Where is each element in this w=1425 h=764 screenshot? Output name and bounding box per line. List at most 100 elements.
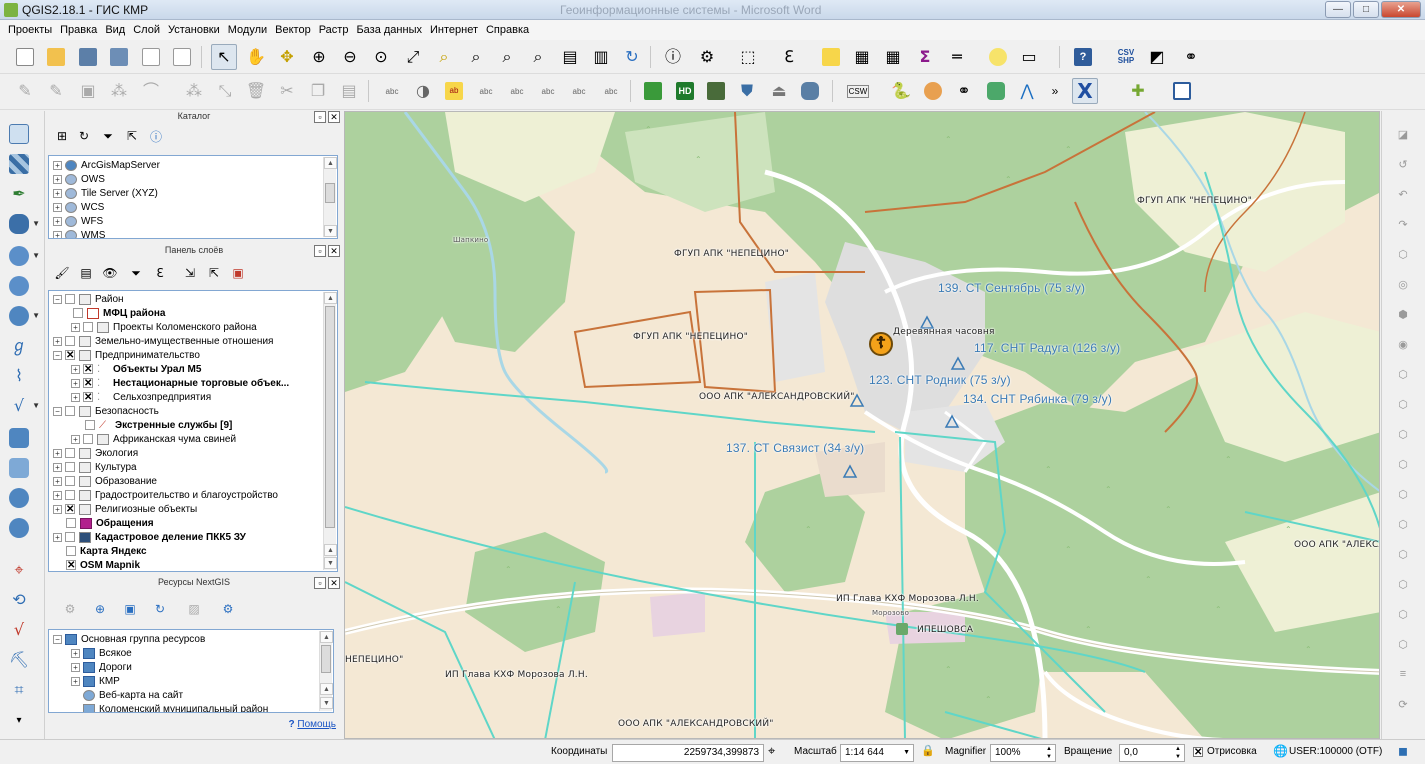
- zoom-next-icon[interactable]: ⌕: [525, 44, 551, 70]
- georeferencer-icon[interactable]: ⟲: [6, 587, 32, 613]
- menu-view[interactable]: Вид: [101, 24, 129, 36]
- measure-line-icon[interactable]: ═: [944, 44, 970, 70]
- show-bookmarks-icon[interactable]: ▥: [588, 44, 614, 70]
- route-plugin-icon[interactable]: [1169, 78, 1195, 104]
- pan-map-icon[interactable]: ✋: [243, 44, 269, 70]
- move-label-icon[interactable]: abc: [535, 78, 561, 104]
- catalog-item[interactable]: + WFS: [53, 214, 103, 228]
- menu-settings[interactable]: Установки: [164, 24, 224, 36]
- snt-label[interactable]: 123. СНТ Родник (75 з/у): [869, 373, 1011, 387]
- catalog-item[interactable]: + WMS: [53, 228, 105, 238]
- new-spatialite-layer-icon[interactable]: [6, 425, 32, 451]
- text-annotation-icon[interactable]: ▭: [1016, 44, 1042, 70]
- paste-features-icon[interactable]: ▤: [336, 78, 362, 104]
- layer-row[interactable]: Обращения: [66, 516, 154, 530]
- save-as-icon[interactable]: [106, 44, 132, 70]
- coords-toggle-icon[interactable]: ⌖: [768, 743, 775, 759]
- rotate-symbols-icon[interactable]: ⬡: [1392, 603, 1414, 625]
- delete-selected-icon[interactable]: 🗑: [243, 78, 269, 104]
- help-link[interactable]: Помощь: [297, 719, 336, 730]
- catalog-refresh-icon[interactable]: ↻: [76, 128, 92, 144]
- python-console-icon[interactable]: 🐍: [888, 78, 914, 104]
- catalog-info-icon[interactable]: ⓘ: [148, 128, 164, 144]
- green-plugin-icon[interactable]: [640, 78, 666, 104]
- menu-help[interactable]: Справка: [482, 24, 533, 36]
- merge-features-icon[interactable]: ⬡: [1392, 543, 1414, 565]
- menu-web[interactable]: Интернет: [426, 24, 482, 36]
- layer-row[interactable]: − ✕ Предпринимательство: [53, 348, 200, 362]
- copy-features-icon[interactable]: ❐: [305, 78, 331, 104]
- select-features-icon[interactable]: ⬚: [735, 44, 761, 70]
- toggle-editing-icon[interactable]: ✎: [43, 78, 69, 104]
- current-edits-icon[interactable]: ✎: [12, 78, 38, 104]
- add-delimited-text-icon[interactable]: ℊ: [6, 333, 32, 359]
- filter-legend-icon[interactable]: ⏷: [128, 265, 144, 281]
- layer-row[interactable]: + ✕ ⁚ Объекты Урал М5: [71, 362, 201, 376]
- layer-row[interactable]: Карта Яндекс: [66, 544, 147, 558]
- manage-visibility-icon[interactable]: 👁: [102, 265, 118, 281]
- nextgis-settings-icon[interactable]: ⚙: [220, 601, 236, 617]
- network-icon[interactable]: ⌗: [6, 677, 32, 703]
- globe-plugin-icon[interactable]: [983, 78, 1009, 104]
- render-checkbox[interactable]: ✕: [1193, 747, 1203, 758]
- message-log-icon[interactable]: ◼: [1398, 744, 1408, 758]
- more-tools-icon[interactable]: »: [1042, 78, 1068, 104]
- resource-item[interactable]: + Дороги: [71, 660, 132, 674]
- touch-zoom-pan-icon[interactable]: ↖: [211, 44, 237, 70]
- layers-float-button[interactable]: ▫: [314, 245, 326, 257]
- layer-row[interactable]: + Земельно-имущественные отношения: [53, 334, 273, 348]
- snt-label[interactable]: 134. СНТ Рябинка (79 з/у): [963, 392, 1112, 406]
- menu-vector[interactable]: Вектор: [271, 24, 315, 36]
- layer-row[interactable]: ✕ OSM Mapnik: [66, 558, 140, 571]
- attribute-table-icon[interactable]: ▦: [849, 44, 875, 70]
- menu-raster[interactable]: Растр: [315, 24, 353, 36]
- rotate-point-icon[interactable]: ⬡: [1392, 633, 1414, 655]
- nextgis-plugin-icon[interactable]: ⋀: [1014, 78, 1040, 104]
- change-label-icon[interactable]: abc: [598, 78, 624, 104]
- add-ring-icon[interactable]: ◎: [1392, 273, 1414, 295]
- zoom-layer-icon[interactable]: ⌕: [463, 44, 489, 70]
- zoom-full-icon[interactable]: ⤢: [400, 44, 426, 70]
- csv-to-shp-icon[interactable]: CSV SHP: [1113, 44, 1139, 70]
- add-raster-layer-icon[interactable]: [6, 151, 32, 177]
- zoom-last-icon[interactable]: ⌕: [494, 44, 520, 70]
- plugin-tool-icon[interactable]: ◩: [1144, 44, 1170, 70]
- refresh-icon[interactable]: ↻: [619, 44, 645, 70]
- expand-toolbar-icon[interactable]: ▾: [6, 707, 32, 733]
- new-shapefile-icon[interactable]: √ ▼: [6, 393, 40, 419]
- expand-all-icon[interactable]: ⇲: [182, 265, 198, 281]
- crs-status[interactable]: USER:100000 (OTF): [1289, 746, 1382, 757]
- label-tool-icon[interactable]: abc: [379, 78, 405, 104]
- redo-icon[interactable]: ↷: [1392, 213, 1414, 235]
- hd-plugin-icon[interactable]: HD: [672, 78, 698, 104]
- add-virtual-layer-icon[interactable]: ⌇: [6, 363, 32, 389]
- add-part-icon[interactable]: ⬢: [1392, 303, 1414, 325]
- layer-row[interactable]: + Африканская чума свиней: [71, 432, 236, 446]
- add-wcs-icon[interactable]: [6, 273, 32, 299]
- collapse-all-icon[interactable]: ⇱: [206, 265, 222, 281]
- zoom-out-icon[interactable]: ⊖: [337, 44, 363, 70]
- resource-item[interactable]: Коломенский муниципальный район: [83, 702, 268, 712]
- nextgis-refresh-icon[interactable]: ↻: [152, 601, 168, 617]
- node-tool-icon[interactable]: ⤡: [212, 78, 238, 104]
- layer-row[interactable]: + Кадастровое деление ПКК5 ЗУ: [53, 530, 246, 544]
- resource-item[interactable]: + Всякое: [71, 646, 132, 660]
- add-circular-string-icon[interactable]: ⌒: [138, 78, 164, 104]
- minimize-button[interactable]: —: [1325, 1, 1351, 18]
- zoom-native-icon[interactable]: ⊙: [368, 44, 394, 70]
- layers-close-button[interactable]: ✕: [328, 245, 340, 257]
- layer-row[interactable]: + ✕ Религиозные объекты: [53, 502, 197, 516]
- menu-projects[interactable]: Проекты: [4, 24, 56, 36]
- coords-input[interactable]: 2259734,399873: [612, 744, 764, 762]
- chapel-marker-icon[interactable]: ☦: [869, 332, 893, 356]
- add-vector-layer-icon[interactable]: [6, 121, 32, 147]
- scale-select[interactable]: 1:14 644 ▼: [840, 744, 914, 762]
- close-button[interactable]: ✕: [1381, 1, 1421, 18]
- identify-icon[interactable]: ⓘ: [660, 44, 686, 70]
- highlight-label-icon[interactable]: ab: [441, 78, 467, 104]
- topology-icon[interactable]: ⛏: [6, 647, 32, 673]
- magnifier-spinbox[interactable]: 100% ▲ ▼: [990, 744, 1056, 762]
- layers-scrollbar[interactable]: ▲ ▲ ▼: [323, 292, 337, 570]
- rotate-feature-icon[interactable]: ↺: [1392, 153, 1414, 175]
- offset-icon[interactable]: ⬡: [1392, 453, 1414, 475]
